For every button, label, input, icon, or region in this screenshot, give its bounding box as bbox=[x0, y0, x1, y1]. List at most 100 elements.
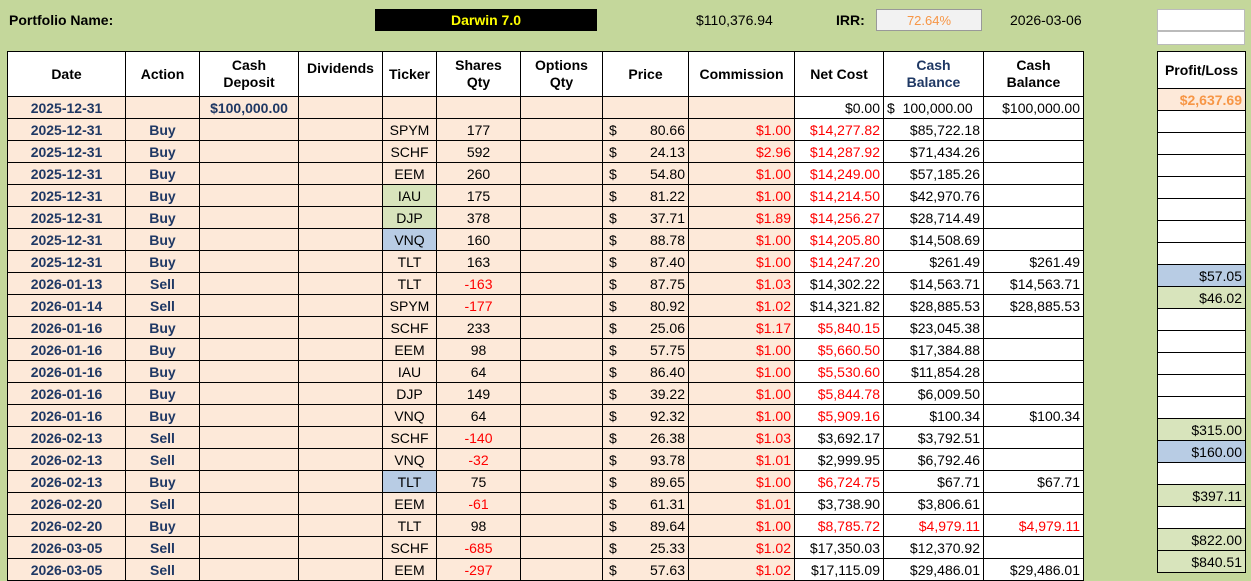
options-qty-cell[interactable] bbox=[520, 514, 603, 537]
commission-cell[interactable]: $1.00 bbox=[688, 184, 795, 207]
shares-qty-cell[interactable]: 163 bbox=[436, 250, 521, 273]
options-qty-cell[interactable] bbox=[520, 470, 603, 493]
dividends-cell[interactable] bbox=[298, 338, 383, 361]
profit-loss-cell[interactable] bbox=[1157, 242, 1246, 265]
ticker-cell[interactable]: IAU bbox=[382, 360, 437, 383]
action-cell[interactable]: Buy bbox=[125, 360, 200, 383]
action-cell[interactable]: Buy bbox=[125, 404, 200, 427]
date-cell[interactable]: 2026-01-14 bbox=[7, 294, 126, 317]
cash-deposit-cell[interactable]: $100,000.00 bbox=[199, 96, 299, 119]
ticker-cell[interactable]: SCHF bbox=[382, 140, 437, 163]
col-price[interactable]: Price bbox=[602, 51, 689, 97]
shares-qty-cell[interactable]: -32 bbox=[436, 448, 521, 471]
profit-loss-cell[interactable] bbox=[1157, 198, 1246, 221]
dividends-cell[interactable] bbox=[298, 558, 383, 581]
cash-balance-2-cell[interactable]: $4,979.11 bbox=[983, 514, 1084, 537]
cash-balance-2-cell[interactable] bbox=[983, 140, 1084, 163]
shares-qty-cell[interactable]: -163 bbox=[436, 272, 521, 295]
date-cell[interactable]: 2026-02-20 bbox=[7, 514, 126, 537]
commission-cell[interactable]: $1.03 bbox=[688, 426, 795, 449]
action-cell[interactable]: Buy bbox=[125, 316, 200, 339]
profit-loss-cell[interactable]: $46.02 bbox=[1157, 286, 1246, 309]
cash-balance-cell[interactable]: $12,370.92 bbox=[883, 536, 984, 559]
cash-balance-cell[interactable]: $67.71 bbox=[883, 470, 984, 493]
profit-loss-cell[interactable] bbox=[1157, 308, 1246, 331]
ticker-cell[interactable]: EEM bbox=[382, 338, 437, 361]
price-cell[interactable]: $57.75 bbox=[602, 338, 689, 361]
options-qty-cell[interactable] bbox=[520, 382, 603, 405]
ticker-cell[interactable]: SPYM bbox=[382, 294, 437, 317]
date-cell[interactable]: 2025-12-31 bbox=[7, 206, 126, 229]
profit-loss-cell[interactable] bbox=[1157, 352, 1246, 375]
dividends-cell[interactable] bbox=[298, 206, 383, 229]
dividends-cell[interactable] bbox=[298, 272, 383, 295]
irr-value-cell[interactable]: 72.64% bbox=[876, 9, 982, 31]
options-qty-cell[interactable] bbox=[520, 272, 603, 295]
cash-balance-cell[interactable]: $3,806.61 bbox=[883, 492, 984, 515]
cash-balance-2-cell[interactable] bbox=[983, 162, 1084, 185]
dividends-cell[interactable] bbox=[298, 360, 383, 383]
dividends-cell[interactable] bbox=[298, 118, 383, 141]
cash-balance-2-cell[interactable]: $67.71 bbox=[983, 470, 1084, 493]
commission-cell[interactable]: $2.96 bbox=[688, 140, 795, 163]
options-qty-cell[interactable] bbox=[520, 140, 603, 163]
net-cost-cell[interactable]: $14,287.92 bbox=[794, 140, 884, 163]
options-qty-cell[interactable] bbox=[520, 294, 603, 317]
date-cell[interactable]: 2026-01-13 bbox=[7, 272, 126, 295]
cash-deposit-cell[interactable] bbox=[199, 294, 299, 317]
profit-loss-cell[interactable] bbox=[1157, 462, 1246, 485]
action-cell[interactable]: Buy bbox=[125, 250, 200, 273]
net-cost-cell[interactable]: $5,530.60 bbox=[794, 360, 884, 383]
blank-cell[interactable] bbox=[1157, 9, 1245, 31]
cash-deposit-cell[interactable] bbox=[199, 558, 299, 581]
price-cell[interactable]: $80.92 bbox=[602, 294, 689, 317]
cash-balance-2-cell[interactable] bbox=[983, 316, 1084, 339]
profit-loss-cell[interactable] bbox=[1157, 374, 1246, 397]
ticker-cell[interactable]: VNQ bbox=[382, 404, 437, 427]
options-qty-cell[interactable] bbox=[520, 360, 603, 383]
cash-balance-2-cell[interactable] bbox=[983, 426, 1084, 449]
shares-qty-cell[interactable]: 149 bbox=[436, 382, 521, 405]
profit-loss-cell[interactable] bbox=[1157, 330, 1246, 353]
price-cell[interactable]: $26.38 bbox=[602, 426, 689, 449]
commission-cell[interactable]: $1.00 bbox=[688, 338, 795, 361]
col-action[interactable]: Action bbox=[125, 51, 200, 97]
cash-deposit-cell[interactable] bbox=[199, 140, 299, 163]
action-cell[interactable]: Buy bbox=[125, 382, 200, 405]
commission-cell[interactable]: $1.02 bbox=[688, 558, 795, 581]
action-cell[interactable]: Sell bbox=[125, 426, 200, 449]
options-qty-cell[interactable] bbox=[520, 558, 603, 581]
dividends-cell[interactable] bbox=[298, 448, 383, 471]
cash-balance-cell[interactable]: $14,508.69 bbox=[883, 228, 984, 251]
dividends-cell[interactable] bbox=[298, 514, 383, 537]
col-net-cost[interactable]: Net Cost bbox=[794, 51, 884, 97]
shares-qty-cell[interactable]: 378 bbox=[436, 206, 521, 229]
shares-qty-cell[interactable]: 592 bbox=[436, 140, 521, 163]
shares-qty-cell[interactable] bbox=[436, 96, 521, 119]
cash-balance-cell[interactable]: $23,045.38 bbox=[883, 316, 984, 339]
cash-balance-2-cell[interactable]: $29,486.01 bbox=[983, 558, 1084, 581]
date-cell[interactable]: 2026-02-20 bbox=[7, 492, 126, 515]
cash-deposit-cell[interactable] bbox=[199, 338, 299, 361]
cash-balance-2-cell[interactable]: $14,563.71 bbox=[983, 272, 1084, 295]
date-cell[interactable]: 2025-12-31 bbox=[7, 250, 126, 273]
ticker-cell[interactable]: EEM bbox=[382, 558, 437, 581]
dividends-cell[interactable] bbox=[298, 470, 383, 493]
action-cell[interactable]: Buy bbox=[125, 228, 200, 251]
dividends-cell[interactable] bbox=[298, 96, 383, 119]
price-cell[interactable] bbox=[602, 96, 689, 119]
options-qty-cell[interactable] bbox=[520, 96, 603, 119]
options-qty-cell[interactable] bbox=[520, 448, 603, 471]
ticker-cell[interactable]: SCHF bbox=[382, 426, 437, 449]
net-cost-cell[interactable]: $14,247.20 bbox=[794, 250, 884, 273]
col-cash-balance[interactable]: Cash Balance bbox=[883, 51, 984, 97]
options-qty-cell[interactable] bbox=[520, 184, 603, 207]
net-cost-cell[interactable]: $5,840.15 bbox=[794, 316, 884, 339]
cash-balance-2-cell[interactable] bbox=[983, 118, 1084, 141]
net-cost-cell[interactable]: $17,115.09 bbox=[794, 558, 884, 581]
commission-cell[interactable]: $1.00 bbox=[688, 250, 795, 273]
dividends-cell[interactable] bbox=[298, 492, 383, 515]
cash-balance-2-cell[interactable] bbox=[983, 338, 1084, 361]
date-cell[interactable]: 2026-01-16 bbox=[7, 316, 126, 339]
price-cell[interactable]: $89.64 bbox=[602, 514, 689, 537]
